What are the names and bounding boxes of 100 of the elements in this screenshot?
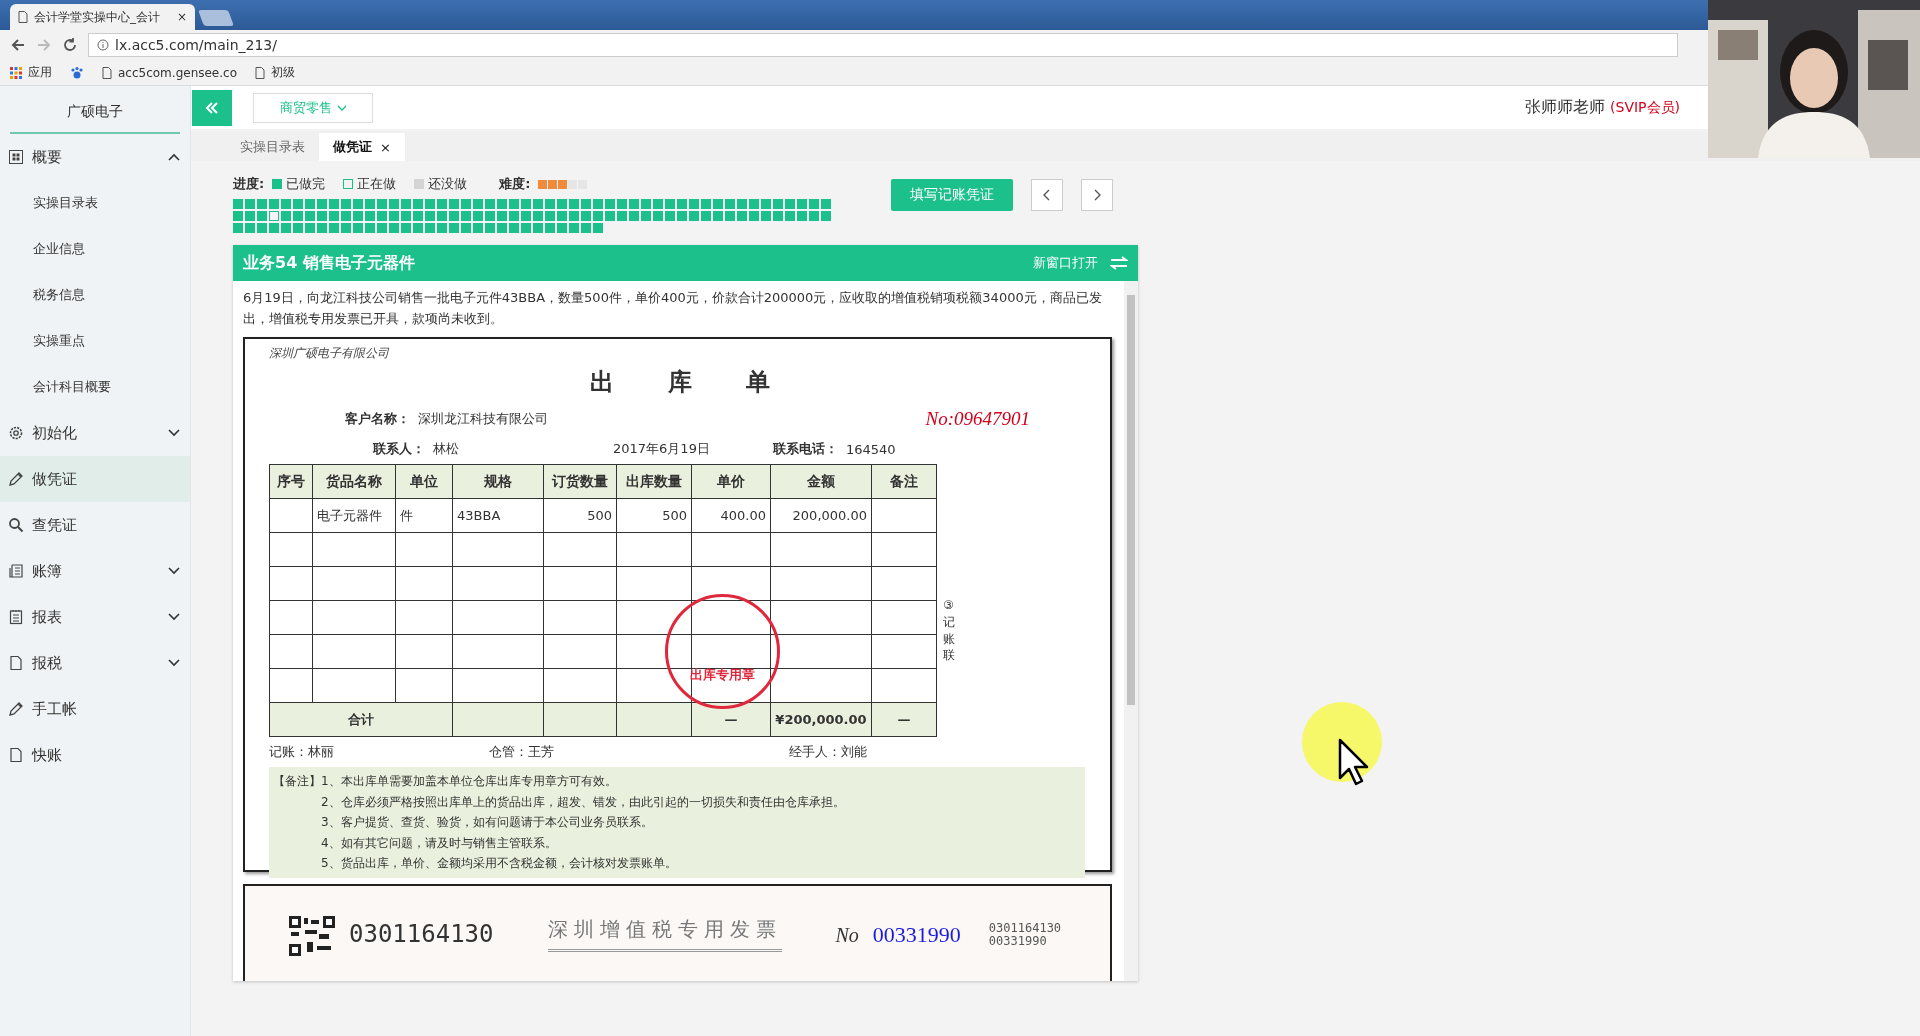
progress-cell[interactable] — [701, 211, 711, 221]
progress-cell[interactable] — [341, 199, 351, 209]
address-bar[interactable]: lx.acc5.com/main_213/ — [88, 33, 1678, 57]
progress-cell[interactable] — [701, 199, 711, 209]
progress-cell[interactable] — [605, 199, 615, 209]
progress-cell[interactable] — [545, 223, 555, 233]
progress-cell[interactable] — [797, 199, 807, 209]
progress-cell[interactable] — [785, 199, 795, 209]
progress-cell[interactable] — [677, 199, 687, 209]
progress-cell[interactable] — [257, 211, 267, 221]
progress-cell[interactable] — [737, 199, 747, 209]
sidebar-subitem[interactable]: 税务信息 — [0, 272, 190, 318]
progress-cell[interactable] — [689, 211, 699, 221]
progress-cell[interactable] — [329, 211, 339, 221]
progress-cell[interactable] — [293, 211, 303, 221]
progress-cell[interactable] — [509, 211, 519, 221]
progress-cell[interactable] — [821, 199, 831, 209]
sidebar-subitem[interactable]: 实操目录表 — [0, 180, 190, 226]
progress-cell[interactable] — [353, 223, 363, 233]
progress-cell[interactable] — [293, 199, 303, 209]
progress-cell[interactable] — [461, 223, 471, 233]
progress-cell[interactable] — [473, 223, 483, 233]
progress-cell[interactable] — [485, 223, 495, 233]
progress-cell[interactable] — [257, 199, 267, 209]
progress-cell[interactable] — [413, 199, 423, 209]
progress-cell[interactable] — [281, 211, 291, 221]
progress-cell[interactable] — [365, 199, 375, 209]
sidebar-item[interactable]: 初始化 — [0, 410, 190, 456]
progress-cell[interactable] — [593, 223, 603, 233]
progress-cell[interactable] — [629, 211, 639, 221]
back-icon[interactable] — [10, 37, 26, 53]
progress-cell[interactable] — [449, 223, 459, 233]
scrollbar[interactable] — [1124, 281, 1138, 981]
progress-cell[interactable] — [761, 199, 771, 209]
progress-cell[interactable] — [413, 211, 423, 221]
progress-cell[interactable] — [293, 223, 303, 233]
progress-cell[interactable] — [593, 211, 603, 221]
progress-cell[interactable] — [581, 211, 591, 221]
progress-cell[interactable] — [509, 223, 519, 233]
progress-cell[interactable] — [665, 199, 675, 209]
sidebar-item[interactable]: 手工帐 — [0, 686, 190, 732]
progress-cell[interactable] — [377, 223, 387, 233]
bookmark[interactable] — [70, 65, 84, 80]
progress-cell[interactable] — [773, 211, 783, 221]
progress-cell[interactable] — [317, 211, 327, 221]
progress-cell[interactable] — [425, 223, 435, 233]
progress-cell[interactable] — [545, 211, 555, 221]
progress-cell[interactable] — [401, 211, 411, 221]
progress-cell[interactable] — [377, 211, 387, 221]
progress-cell[interactable] — [749, 211, 759, 221]
new-tab-button[interactable] — [198, 10, 234, 26]
progress-cell[interactable] — [341, 211, 351, 221]
progress-cell[interactable] — [353, 211, 363, 221]
progress-cell[interactable] — [725, 199, 735, 209]
browser-tab[interactable]: 会计学堂实操中心_会计 × — [10, 4, 195, 30]
progress-cell[interactable] — [245, 211, 255, 221]
bookmark[interactable]: 初级 — [255, 64, 295, 81]
progress-cell[interactable] — [665, 211, 675, 221]
progress-cell[interactable] — [569, 211, 579, 221]
progress-cell[interactable] — [557, 211, 567, 221]
progress-cell[interactable] — [809, 199, 819, 209]
progress-cell[interactable] — [473, 211, 483, 221]
progress-cell[interactable] — [233, 199, 243, 209]
bookmark[interactable]: 应用 — [10, 64, 52, 81]
progress-cell[interactable] — [269, 223, 279, 233]
progress-cell[interactable] — [689, 199, 699, 209]
progress-cell[interactable] — [569, 223, 579, 233]
progress-cell[interactable] — [581, 199, 591, 209]
progress-cell[interactable] — [329, 199, 339, 209]
progress-cell[interactable] — [773, 199, 783, 209]
sidebar-item[interactable]: 账簿 — [0, 548, 190, 594]
progress-cell[interactable] — [425, 199, 435, 209]
progress-cell[interactable] — [533, 199, 543, 209]
progress-cell[interactable] — [533, 211, 543, 221]
progress-cell[interactable] — [425, 211, 435, 221]
progress-cell[interactable] — [461, 199, 471, 209]
sidebar-subitem[interactable]: 企业信息 — [0, 226, 190, 272]
progress-cell[interactable] — [245, 199, 255, 209]
progress-cell[interactable] — [317, 199, 327, 209]
progress-cell[interactable] — [809, 211, 819, 221]
sidebar-item[interactable]: 查凭证 — [0, 502, 190, 548]
progress-cell[interactable] — [617, 199, 627, 209]
progress-cell[interactable] — [521, 199, 531, 209]
progress-cell[interactable] — [305, 223, 315, 233]
sidebar-subitem[interactable]: 实操重点 — [0, 318, 190, 364]
progress-cell[interactable] — [257, 223, 267, 233]
progress-cell[interactable] — [533, 223, 543, 233]
progress-cell[interactable] — [329, 223, 339, 233]
progress-cell[interactable] — [437, 223, 447, 233]
progress-cell[interactable] — [305, 199, 315, 209]
progress-cell[interactable] — [821, 211, 831, 221]
progress-cell[interactable] — [713, 199, 723, 209]
progress-cell[interactable] — [521, 211, 531, 221]
progress-cell[interactable] — [497, 211, 507, 221]
progress-cell[interactable] — [233, 211, 243, 221]
progress-cell[interactable] — [653, 211, 663, 221]
progress-cell[interactable] — [737, 211, 747, 221]
progress-cell[interactable] — [437, 211, 447, 221]
progress-cell[interactable] — [485, 211, 495, 221]
progress-cell[interactable] — [713, 211, 723, 221]
